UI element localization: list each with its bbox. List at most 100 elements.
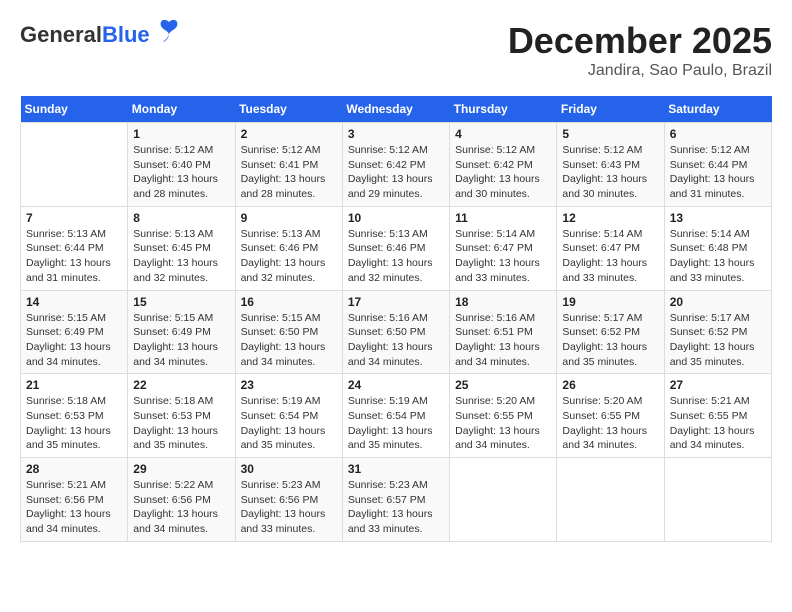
day-number: 16	[241, 295, 337, 309]
calendar-cell: 21 Sunrise: 5:18 AMSunset: 6:53 PMDayligh…	[21, 374, 128, 458]
day-number: 1	[133, 127, 229, 141]
calendar-cell: 17Sunrise: 5:16 AMSunset: 6:50 PMDayligh…	[342, 290, 449, 374]
calendar-week-2: 7 Sunrise: 5:13 AMSunset: 6:44 PMDaylight…	[21, 206, 772, 290]
calendar-cell: 7 Sunrise: 5:13 AMSunset: 6:44 PMDaylight…	[21, 206, 128, 290]
location-title: Jandira, Sao Paulo, Brazil	[508, 62, 772, 80]
calendar-cell	[450, 458, 557, 542]
calendar-week-1: 1 Sunrise: 5:12 AMSunset: 6:40 PMDaylight…	[21, 123, 772, 207]
day-number: 15	[133, 295, 229, 309]
day-number: 13	[670, 211, 766, 225]
calendar-week-5: 28 Sunrise: 5:21 AMSunset: 6:56 PMDayligh…	[21, 458, 772, 542]
calendar-cell: 18Sunrise: 5:16 AMSunset: 6:51 PMDayligh…	[450, 290, 557, 374]
day-number: 28	[26, 462, 122, 476]
day-number: 9	[241, 211, 337, 225]
day-number: 30	[241, 462, 337, 476]
day-info: Sunrise: 5:15 AMSunset: 6:50 PMDaylight:…	[241, 311, 337, 370]
calendar-cell: 31 Sunrise: 5:23 AMSunset: 6:57 PMDayligh…	[342, 458, 449, 542]
day-header-thursday: Thursday	[450, 96, 557, 123]
day-number: 12	[562, 211, 658, 225]
day-number: 4	[455, 127, 551, 141]
calendar-cell: 20 Sunrise: 5:17 AMSunset: 6:52 PMDayligh…	[664, 290, 771, 374]
month-title: December 2025	[508, 20, 772, 62]
day-number: 20	[670, 295, 766, 309]
day-info: Sunrise: 5:12 AMSunset: 6:43 PMDaylight:…	[562, 143, 658, 202]
day-info: Sunrise: 5:21 AMSunset: 6:56 PMDaylight:…	[26, 478, 122, 537]
day-info: Sunrise: 5:12 AMSunset: 6:42 PMDaylight:…	[348, 143, 444, 202]
calendar-cell: 3 Sunrise: 5:12 AMSunset: 6:42 PMDaylight…	[342, 123, 449, 207]
day-info: Sunrise: 5:13 AMSunset: 6:46 PMDaylight:…	[348, 227, 444, 286]
day-number: 11	[455, 211, 551, 225]
calendar-cell: 2 Sunrise: 5:12 AMSunset: 6:41 PMDaylight…	[235, 123, 342, 207]
day-info: Sunrise: 5:17 AMSunset: 6:52 PMDaylight:…	[670, 311, 766, 370]
day-info: Sunrise: 5:13 AMSunset: 6:46 PMDaylight:…	[241, 227, 337, 286]
calendar-week-3: 14 Sunrise: 5:15 AMSunset: 6:49 PMDayligh…	[21, 290, 772, 374]
calendar-cell: 6 Sunrise: 5:12 AMSunset: 6:44 PMDaylight…	[664, 123, 771, 207]
day-info: Sunrise: 5:14 AMSunset: 6:47 PMDaylight:…	[562, 227, 658, 286]
day-number: 25	[455, 378, 551, 392]
calendar-cell: 24 Sunrise: 5:19 AMSunset: 6:54 PMDayligh…	[342, 374, 449, 458]
calendar-cell: 16 Sunrise: 5:15 AMSunset: 6:50 PMDayligh…	[235, 290, 342, 374]
day-number: 2	[241, 127, 337, 141]
calendar-cell	[21, 123, 128, 207]
day-number: 8	[133, 211, 229, 225]
calendar-cell	[557, 458, 664, 542]
title-section: December 2025 Jandira, Sao Paulo, Brazil	[508, 20, 772, 80]
logo: GeneralBlue	[20, 20, 183, 49]
calendar-cell: 30Sunrise: 5:23 AMSunset: 6:56 PMDayligh…	[235, 458, 342, 542]
day-info: Sunrise: 5:15 AMSunset: 6:49 PMDaylight:…	[26, 311, 122, 370]
day-info: Sunrise: 5:14 AMSunset: 6:48 PMDaylight:…	[670, 227, 766, 286]
day-info: Sunrise: 5:13 AMSunset: 6:44 PMDaylight:…	[26, 227, 122, 286]
calendar-cell: 14 Sunrise: 5:15 AMSunset: 6:49 PMDayligh…	[21, 290, 128, 374]
calendar-cell: 5Sunrise: 5:12 AMSunset: 6:43 PMDaylight…	[557, 123, 664, 207]
day-header-wednesday: Wednesday	[342, 96, 449, 123]
day-info: Sunrise: 5:12 AMSunset: 6:41 PMDaylight:…	[241, 143, 337, 202]
calendar-cell: 9 Sunrise: 5:13 AMSunset: 6:46 PMDaylight…	[235, 206, 342, 290]
calendar-table: SundayMondayTuesdayWednesdayThursdayFrid…	[20, 96, 772, 542]
day-info: Sunrise: 5:18 AMSunset: 6:53 PMDaylight:…	[133, 394, 229, 453]
day-info: Sunrise: 5:21 AMSunset: 6:55 PMDaylight:…	[670, 394, 766, 453]
day-number: 14	[26, 295, 122, 309]
day-info: Sunrise: 5:12 AMSunset: 6:42 PMDaylight:…	[455, 143, 551, 202]
day-info: Sunrise: 5:19 AMSunset: 6:54 PMDaylight:…	[348, 394, 444, 453]
day-number: 31	[348, 462, 444, 476]
calendar-cell: 27Sunrise: 5:21 AMSunset: 6:55 PMDayligh…	[664, 374, 771, 458]
day-info: Sunrise: 5:22 AMSunset: 6:56 PMDaylight:…	[133, 478, 229, 537]
calendar-cell: 12 Sunrise: 5:14 AMSunset: 6:47 PMDayligh…	[557, 206, 664, 290]
day-number: 7	[26, 211, 122, 225]
day-number: 21	[26, 378, 122, 392]
day-info: Sunrise: 5:13 AMSunset: 6:45 PMDaylight:…	[133, 227, 229, 286]
day-number: 22	[133, 378, 229, 392]
day-info: Sunrise: 5:23 AMSunset: 6:57 PMDaylight:…	[348, 478, 444, 537]
day-number: 3	[348, 127, 444, 141]
day-number: 6	[670, 127, 766, 141]
day-number: 23	[241, 378, 337, 392]
day-info: Sunrise: 5:14 AMSunset: 6:47 PMDaylight:…	[455, 227, 551, 286]
day-info: Sunrise: 5:19 AMSunset: 6:54 PMDaylight:…	[241, 394, 337, 453]
day-header-saturday: Saturday	[664, 96, 771, 123]
calendar-cell: 26Sunrise: 5:20 AMSunset: 6:55 PMDayligh…	[557, 374, 664, 458]
day-number: 19	[562, 295, 658, 309]
calendar-cell	[664, 458, 771, 542]
calendar-cell: 25Sunrise: 5:20 AMSunset: 6:55 PMDayligh…	[450, 374, 557, 458]
calendar-cell: 10 Sunrise: 5:13 AMSunset: 6:46 PMDayligh…	[342, 206, 449, 290]
calendar-cell: 15Sunrise: 5:15 AMSunset: 6:49 PMDayligh…	[128, 290, 235, 374]
calendar-cell: 23 Sunrise: 5:19 AMSunset: 6:54 PMDayligh…	[235, 374, 342, 458]
day-header-monday: Monday	[128, 96, 235, 123]
day-number: 18	[455, 295, 551, 309]
day-info: Sunrise: 5:12 AMSunset: 6:40 PMDaylight:…	[133, 143, 229, 202]
day-number: 17	[348, 295, 444, 309]
day-header-friday: Friday	[557, 96, 664, 123]
calendar-cell: 11 Sunrise: 5:14 AMSunset: 6:47 PMDayligh…	[450, 206, 557, 290]
logo-bird-icon	[155, 16, 183, 44]
logo-general: General	[20, 22, 102, 47]
day-number: 24	[348, 378, 444, 392]
day-number: 10	[348, 211, 444, 225]
calendar-cell: 8 Sunrise: 5:13 AMSunset: 6:45 PMDaylight…	[128, 206, 235, 290]
calendar-cell: 4 Sunrise: 5:12 AMSunset: 6:42 PMDaylight…	[450, 123, 557, 207]
calendar-cell: 29Sunrise: 5:22 AMSunset: 6:56 PMDayligh…	[128, 458, 235, 542]
day-info: Sunrise: 5:18 AMSunset: 6:53 PMDaylight:…	[26, 394, 122, 453]
day-info: Sunrise: 5:12 AMSunset: 6:44 PMDaylight:…	[670, 143, 766, 202]
day-info: Sunrise: 5:17 AMSunset: 6:52 PMDaylight:…	[562, 311, 658, 370]
day-header-tuesday: Tuesday	[235, 96, 342, 123]
calendar-cell: 22 Sunrise: 5:18 AMSunset: 6:53 PMDayligh…	[128, 374, 235, 458]
